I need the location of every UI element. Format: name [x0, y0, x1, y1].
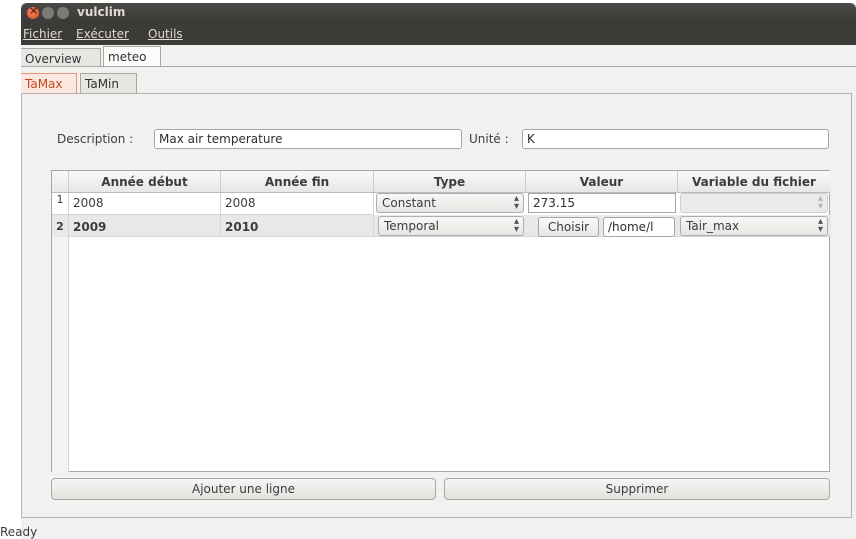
type-select-value: Temporal: [384, 219, 439, 233]
table-corner: [52, 171, 69, 193]
column-header-variable[interactable]: Variable du fichier: [678, 171, 830, 193]
choose-file-button[interactable]: Choisir: [538, 217, 599, 237]
tab-tamin[interactable]: TaMin: [80, 73, 137, 94]
row-number[interactable]: 2: [52, 215, 69, 237]
periods-table: Année début Année fin Type Valeur Variab…: [51, 170, 831, 472]
cell-start-year[interactable]: 2009: [69, 215, 221, 237]
column-header-start[interactable]: Année début: [69, 171, 221, 193]
row-number[interactable]: 1: [52, 193, 69, 215]
unit-field[interactable]: K: [522, 129, 829, 149]
cell-end-year[interactable]: 2010: [221, 215, 374, 237]
spinner-arrows-icon: ▴ ▾: [817, 193, 823, 212]
unit-label: Unité :: [469, 132, 509, 146]
type-select[interactable]: Constant ▴ ▾: [376, 193, 524, 213]
spinner-arrows-icon: ▴ ▾: [817, 216, 823, 235]
minimize-window-icon[interactable]: [42, 7, 54, 19]
close-window-icon[interactable]: [27, 4, 39, 19]
tab-tamax[interactable]: TaMax: [21, 73, 77, 94]
type-select-value: Constant: [382, 196, 436, 210]
file-path-field[interactable]: /home/l: [603, 217, 675, 237]
spinner-arrows-icon: ▴ ▾: [513, 193, 519, 212]
maximize-window-icon[interactable]: [57, 7, 69, 19]
spinner-arrows-icon: ▴ ▾: [513, 216, 519, 235]
column-header-type[interactable]: Type: [374, 171, 526, 193]
description-label: Description :: [57, 132, 134, 146]
value-field[interactable]: 273.15: [528, 193, 676, 213]
menu-executer[interactable]: Exécuter: [76, 27, 129, 41]
delete-button[interactable]: Supprimer: [444, 478, 830, 500]
status-text: Ready: [0, 525, 38, 539]
cell-start-year[interactable]: 2008: [69, 193, 221, 215]
menu-fichier[interactable]: Fichier: [23, 27, 62, 41]
cell-end-year[interactable]: 2008: [221, 193, 374, 215]
variable-select-value: Tair_max: [686, 219, 740, 233]
column-header-end[interactable]: Année fin: [221, 171, 374, 193]
window-title: vulclim: [77, 5, 126, 19]
column-header-value[interactable]: Valeur: [526, 171, 678, 193]
description-field[interactable]: Max air temperature: [154, 129, 462, 149]
type-select[interactable]: Temporal ▴ ▾: [378, 216, 524, 236]
menu-bar: Fichier Exécuter Outils: [21, 23, 856, 45]
title-bar: vulclim: [21, 3, 856, 23]
menu-outils[interactable]: Outils: [148, 27, 183, 41]
variable-select[interactable]: Tair_max ▴ ▾: [680, 216, 828, 236]
add-row-button[interactable]: Ajouter une ligne: [51, 478, 436, 500]
row-header-gutter: [52, 237, 69, 472]
variable-select[interactable]: ▴ ▾: [680, 193, 828, 213]
